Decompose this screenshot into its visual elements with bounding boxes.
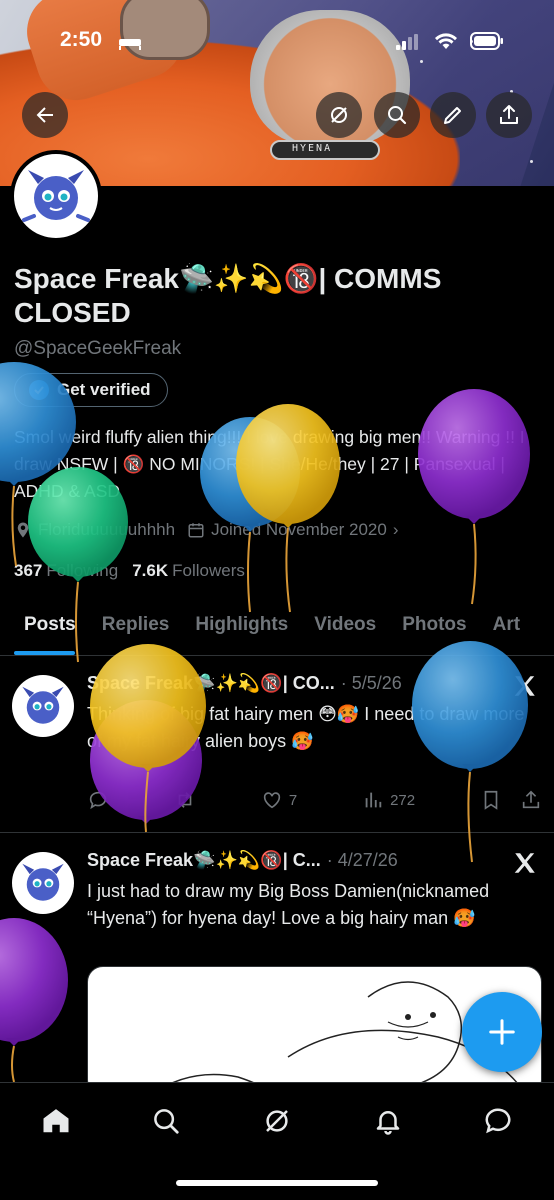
- compose-post-button[interactable]: [462, 992, 542, 1072]
- post-date: · 4/27/26: [326, 850, 398, 870]
- chat-bubble-icon: [485, 1108, 511, 1134]
- home-icon: [43, 1109, 69, 1133]
- location-pin-icon: [17, 522, 29, 538]
- pencil-icon: [444, 107, 461, 124]
- bell-icon: [376, 1111, 400, 1135]
- grok-icon: [266, 1110, 288, 1132]
- post-actions: 7 272: [87, 789, 542, 811]
- x-logo-icon: [514, 853, 535, 873]
- search-icon: [154, 1109, 179, 1134]
- x-logo-icon: [514, 676, 535, 696]
- location-text: Floriduuuuuuhhhh: [38, 520, 176, 539]
- alien-avatar-icon: [22, 170, 90, 222]
- follow-stats: 367 Following 7.6K Followers: [14, 561, 245, 581]
- signal-icon: [396, 34, 418, 50]
- joined-item[interactable]: Joined November 2020 ›: [187, 520, 399, 540]
- nav-grok[interactable]: [259, 1103, 295, 1139]
- followers-label: Followers: [172, 561, 245, 580]
- post-text: I just had to draw my Big Boss Damien(ni…: [87, 881, 490, 928]
- post-text: Thinking of big fat hairy men 😳🥵 I need …: [87, 704, 525, 751]
- wifi-icon: [435, 33, 457, 49]
- post-header: Space Freak🛸✨💫🔞| CO... · 5/5/26: [87, 673, 402, 694]
- post-avatar[interactable]: [12, 852, 74, 914]
- chevron-right-icon: ›: [392, 520, 399, 539]
- nav-home[interactable]: [38, 1103, 74, 1139]
- banner-collar-text: HYENA: [292, 143, 333, 154]
- search-button[interactable]: [374, 92, 420, 138]
- status-bar: 2:50: [0, 0, 554, 80]
- alien-avatar-icon: [22, 686, 64, 724]
- following-count: 367: [14, 561, 43, 580]
- battery-icon: [470, 32, 503, 50]
- heart-icon: [263, 792, 280, 809]
- grok-button[interactable]: [316, 92, 362, 138]
- profile-bio: Smol weird fluffy alien thing!!! I love …: [14, 427, 525, 501]
- grok-explain-button[interactable]: [512, 673, 538, 704]
- repost-icon: [178, 792, 192, 808]
- post-date: · 5/5/26: [340, 673, 402, 693]
- tab-replies[interactable]: Replies: [89, 600, 183, 655]
- post-extra-actions: [480, 789, 542, 811]
- get-verified-button[interactable]: Get verified: [14, 373, 168, 407]
- post-author-name[interactable]: Space Freak🛸✨💫🔞| CO...: [87, 673, 335, 694]
- post-avatar[interactable]: [12, 675, 74, 737]
- reply-icon: [89, 791, 107, 810]
- like-button[interactable]: 7: [261, 789, 297, 811]
- view-count: 272: [390, 791, 416, 809]
- reply-button[interactable]: [87, 789, 109, 811]
- tab-videos[interactable]: Videos: [301, 600, 389, 655]
- following-link[interactable]: 367 Following: [14, 561, 118, 581]
- home-indicator: [176, 1180, 378, 1186]
- banner-star: [530, 160, 533, 163]
- followers-count: 7.6K: [132, 561, 169, 580]
- nav-search[interactable]: [148, 1103, 184, 1139]
- joined-text: Joined November 2020: [211, 520, 387, 539]
- profile-handle: @SpaceGeekFreak: [14, 338, 182, 359]
- plus-icon: [489, 1019, 515, 1045]
- status-time: 2:50: [60, 28, 103, 51]
- share-button[interactable]: [486, 92, 532, 138]
- back-button[interactable]: [22, 92, 68, 138]
- tab-posts[interactable]: Posts: [0, 600, 89, 655]
- profile-name: Space Freak🛸✨💫🔞| COMMS CLOSED: [14, 263, 442, 328]
- bed-icon: [119, 39, 141, 50]
- get-verified-label: Get verified: [57, 380, 151, 399]
- arrow-left-icon: [36, 107, 53, 123]
- search-icon: [388, 106, 407, 125]
- nav-messages[interactable]: [480, 1103, 516, 1139]
- like-count: 7: [288, 791, 298, 809]
- share-icon[interactable]: [520, 789, 542, 811]
- location-item: Floriduuuuuuhhhh: [14, 520, 175, 540]
- bookmark-icon[interactable]: [480, 789, 502, 811]
- grok-icon: [331, 107, 347, 123]
- tab-highlights[interactable]: Highlights: [182, 600, 301, 655]
- alien-avatar-icon: [22, 863, 64, 901]
- followers-link[interactable]: 7.6K Followers: [132, 561, 245, 581]
- tab-art[interactable]: Art: [480, 600, 533, 655]
- calendar-icon: [188, 523, 204, 538]
- share-icon: [500, 105, 518, 124]
- grok-explain-button[interactable]: [512, 850, 538, 881]
- profile-avatar[interactable]: [10, 150, 102, 242]
- nav-notifications[interactable]: [370, 1103, 406, 1139]
- post-item[interactable]: Space Freak🛸✨💫🔞| CO... · 5/5/26 Thinking…: [0, 657, 554, 833]
- edit-button[interactable]: [430, 92, 476, 138]
- views-chart-icon: [365, 792, 382, 808]
- verified-check-icon: [29, 380, 49, 400]
- post-header: Space Freak🛸✨💫🔞| C... · 4/27/26: [87, 850, 398, 871]
- profile-tabs: Posts Replies Highlights Videos Photos A…: [0, 600, 554, 656]
- views-button[interactable]: 272: [362, 789, 415, 811]
- post-author-name[interactable]: Space Freak🛸✨💫🔞| C...: [87, 850, 321, 871]
- following-label: Following: [46, 561, 119, 580]
- profile-meta: Floriduuuuuuhhhh Joined November 2020 ›: [14, 520, 399, 540]
- tab-photos[interactable]: Photos: [389, 600, 479, 655]
- repost-button[interactable]: [174, 789, 196, 811]
